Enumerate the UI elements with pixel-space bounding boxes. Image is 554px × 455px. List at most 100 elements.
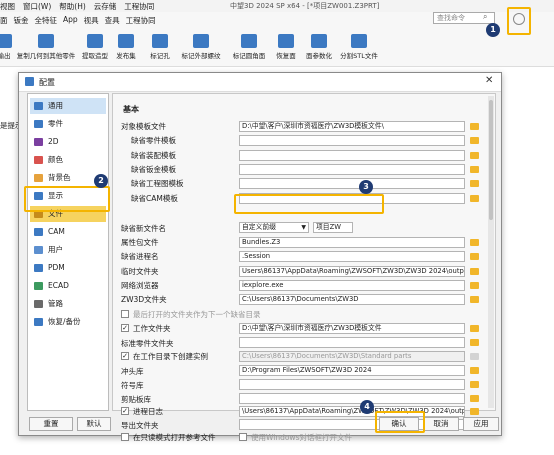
nav-item-general[interactable]: 通用 — [30, 98, 106, 114]
session-log-checkbox[interactable] — [121, 407, 129, 415]
nav-item-color[interactable]: 颜色 — [30, 152, 106, 168]
content-scrollbar[interactable] — [488, 96, 494, 408]
template-field-0[interactable]: D:\中望\客户\深圳市资福医疗\ZW3D模板文件\ — [239, 121, 465, 132]
folder-icon[interactable] — [470, 296, 479, 304]
template-field-1[interactable] — [239, 135, 465, 147]
ribbon-export-button[interactable]: 输出 — [0, 34, 12, 60]
folder-icon[interactable] — [470, 151, 479, 159]
2d-icon — [34, 138, 43, 146]
nav-item-label: 背景色 — [48, 173, 71, 182]
step-badge-2: 2 — [94, 174, 108, 188]
search-icon[interactable]: ⌕ — [483, 12, 487, 22]
ribbon-publish-button[interactable]: 发布集 — [114, 34, 138, 60]
session-log-label: 进程日志 — [133, 407, 163, 416]
folder-icon[interactable] — [470, 381, 479, 388]
ribbon-btn-label: 发布集 — [116, 52, 136, 60]
folder-icon[interactable] — [470, 267, 479, 275]
ribbon-tab[interactable]: 全特征 — [35, 15, 58, 26]
color-icon — [34, 156, 43, 164]
punch-field[interactable]: D:\Program Files\ZWSOFT\ZW3D 2024 — [239, 365, 465, 376]
ecad-icon — [34, 282, 43, 290]
ribbon-btn-label: 复制几何到其他零件 — [16, 52, 76, 60]
folder-icon[interactable] — [470, 339, 479, 346]
template-field-4[interactable] — [239, 178, 465, 190]
folder-icon[interactable] — [470, 165, 479, 173]
folder-icon[interactable] — [470, 253, 479, 261]
folder-icon[interactable] — [470, 180, 479, 188]
work-folder-checkbox[interactable] — [121, 324, 129, 332]
clipboard-label: 剪贴板库 — [121, 395, 151, 404]
menu-window[interactable]: 窗口(W) — [23, 1, 51, 12]
path-field-1[interactable]: .Session — [239, 251, 465, 263]
reset-button[interactable]: 重置 — [29, 417, 73, 431]
folder-icon[interactable] — [470, 325, 479, 332]
scrollbar-thumb[interactable] — [489, 100, 493, 220]
restore-face-icon — [278, 34, 294, 48]
ribbon-tab[interactable]: 视具 — [84, 15, 99, 26]
ribbon-extract-button[interactable]: 提取造型 — [80, 34, 110, 60]
ribbon-tab[interactable]: 工程协同 — [126, 15, 156, 26]
menu-help[interactable]: 帮助(H) — [59, 1, 86, 12]
nav-item-piping[interactable]: 管路 — [30, 296, 106, 312]
std-parts-field[interactable] — [239, 337, 465, 348]
nav-item-label: CAM — [48, 227, 65, 236]
readonly-reference-checkbox[interactable] — [121, 433, 129, 441]
step-badge-3: 3 — [359, 180, 373, 194]
create-instance-checkbox[interactable] — [121, 352, 129, 360]
nav-item-2d[interactable]: 2D — [30, 134, 106, 150]
ribbon-tab[interactable]: 面 — [0, 15, 8, 26]
nav-item-user[interactable]: 用户 — [30, 242, 106, 258]
last-opened-folder-checkbox[interactable] — [121, 310, 129, 318]
clipboard-field[interactable] — [239, 393, 465, 404]
ribbon-tab[interactable]: 钣金 — [14, 15, 29, 26]
path-field-3[interactable]: iexplore.exe — [239, 279, 465, 291]
windows-dialog-checkbox[interactable] — [239, 433, 247, 441]
folder-icon[interactable] — [470, 194, 479, 202]
menu-collab[interactable]: 工程协同 — [124, 1, 154, 12]
nav-item-part[interactable]: 零件 — [30, 116, 106, 132]
ribbon-mark-hole-button[interactable]: 标记孔 — [146, 34, 174, 60]
cancel-button[interactable]: 取消 — [423, 417, 459, 431]
template-field-2[interactable] — [239, 149, 465, 161]
folder-icon[interactable] — [470, 353, 479, 360]
path-field-4[interactable]: C:\Users\86137\Documents\ZW3D — [239, 294, 465, 306]
restore-backup-icon — [34, 318, 43, 326]
default-button[interactable]: 默认 — [77, 417, 111, 431]
ribbon-tab[interactable]: App — [63, 15, 78, 26]
folder-icon[interactable] — [470, 395, 479, 402]
ribbon-mark-fillet-button[interactable]: 标记圆角面 — [228, 34, 270, 60]
folder-icon[interactable] — [470, 367, 479, 374]
ribbon-mark-thread-button[interactable]: 标记外部螺纹 — [176, 34, 226, 60]
path-field-0[interactable]: Bundles.Z3 — [239, 237, 465, 248]
new-file-name-prefix-input[interactable]: 项目ZW — [313, 222, 353, 233]
ribbon-parametrize-button[interactable]: 面参数化 — [302, 34, 336, 60]
close-icon[interactable]: ✕ — [485, 75, 493, 86]
nav-item-cam[interactable]: CAM — [30, 224, 106, 240]
work-folder-field[interactable]: D:\中望\客户\深圳市资福医疗\ZW3D模板文件 — [239, 323, 465, 334]
nav-item-ecad[interactable]: ECAD — [30, 278, 106, 294]
folder-icon[interactable] — [470, 137, 479, 145]
menu-view[interactable]: 视图 — [0, 1, 15, 12]
folder-icon[interactable] — [470, 239, 479, 246]
ribbon-btn-label: 输出 — [0, 52, 11, 60]
ribbon-copy-geometry-button[interactable]: 复制几何到其他零件 — [16, 34, 76, 60]
nav-item-restore-backup[interactable]: 恢复/备份 — [30, 314, 106, 330]
copy-geometry-icon — [38, 34, 54, 48]
config-icon — [25, 77, 34, 86]
path-field-2[interactable]: Users\86137\AppData\Roaming\ZWSOFT\ZW3D\… — [239, 265, 465, 277]
folder-icon[interactable] — [470, 281, 479, 289]
new-file-name-select[interactable]: 自定义前缀 ▼ — [239, 222, 309, 233]
nav-item-pdm[interactable]: PDM — [30, 260, 106, 276]
ribbon-restore-face-button[interactable]: 恢复面 — [272, 34, 300, 60]
create-instance-field[interactable]: C:\Users\86137\Documents\ZW3D\Standard p… — [239, 351, 465, 362]
template-field-3[interactable] — [239, 163, 465, 175]
apply-button[interactable]: 应用 — [463, 417, 499, 431]
session-log-field[interactable]: \Users\86137\AppData\Roaming\ZWSOFT\ZW3D… — [239, 406, 465, 417]
symbol-field[interactable] — [239, 379, 465, 390]
ribbon-split-stl-button[interactable]: 分割STL文件 — [338, 34, 380, 60]
folder-icon[interactable] — [470, 408, 479, 415]
configuration-dialog: 配置 ✕ 通用 零件 2D 颜色 背景色 显示 文件 CAM 用户 PDM ECAD 管路 恢复/备份 … — [18, 72, 502, 442]
menu-cloud[interactable]: 云存储 — [94, 1, 117, 12]
folder-icon[interactable] — [470, 123, 479, 130]
ribbon-tab[interactable]: 查具 — [105, 15, 120, 26]
